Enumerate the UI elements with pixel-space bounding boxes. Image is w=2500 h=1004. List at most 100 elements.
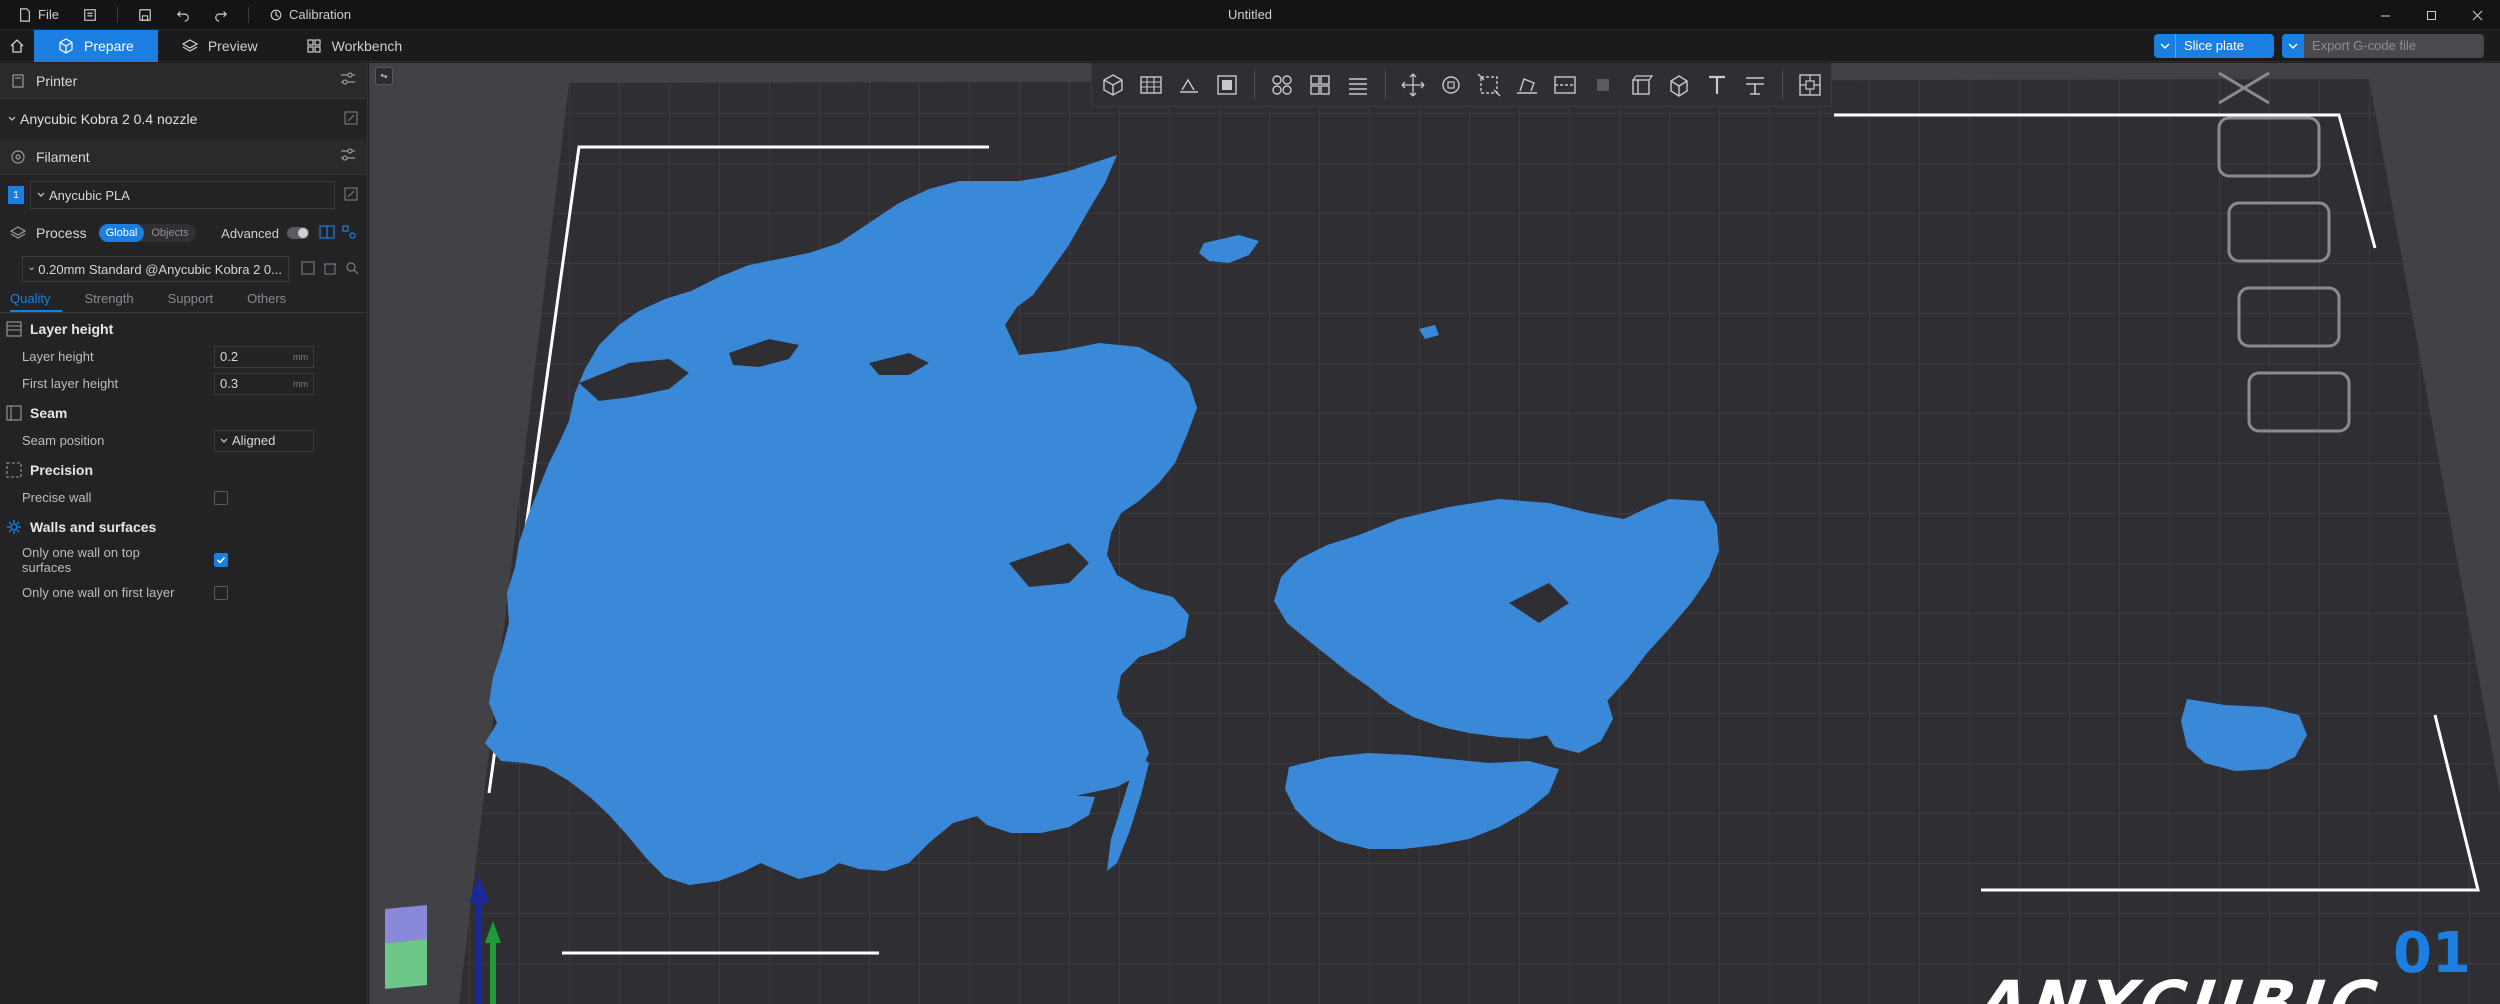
first-layer-height-label: First layer height [22, 376, 119, 391]
redo-icon [215, 10, 228, 22]
orient-button[interactable] [1172, 68, 1206, 102]
export-gcode-button[interactable]: Export G-code file [2282, 34, 2484, 58]
rotate-tool-button[interactable] [1434, 68, 1468, 102]
checkmark-icon [216, 556, 226, 564]
assembly-view-button[interactable] [1793, 68, 1827, 102]
precise-wall-checkbox[interactable] [214, 490, 228, 505]
tab-workbench[interactable]: Workbench [282, 30, 427, 62]
tab-workbench-label: Workbench [331, 37, 403, 54]
cut-tool-button[interactable] [1548, 68, 1582, 102]
file-menu-button[interactable]: File [10, 2, 67, 28]
menu-button[interactable] [75, 2, 105, 28]
export-dropdown-arrow[interactable] [2282, 34, 2304, 58]
edit-filament-button[interactable] [343, 186, 359, 205]
stack-icon [1349, 77, 1367, 95]
plate-sliders-icon[interactable] [2247, 371, 2351, 433]
add-object-button[interactable] [1096, 68, 1130, 102]
lock-plate-icon[interactable] [2237, 286, 2341, 348]
auto-arrange-plate-icon[interactable] [2217, 116, 2321, 178]
filament-slot-badge[interactable]: 1 [8, 186, 24, 204]
subtab-others[interactable]: Others [247, 291, 298, 312]
printer-settings-button[interactable] [339, 70, 357, 91]
redo-button[interactable] [206, 2, 236, 28]
subtab-strength[interactable]: Strength [84, 291, 145, 312]
filament-settings-button[interactable] [339, 146, 357, 167]
export-gcode-label: Export G-code file [2312, 38, 2417, 53]
chevron-down-icon [29, 267, 34, 271]
subtab-quality[interactable]: Quality [10, 291, 63, 312]
seam-group: Seam [0, 399, 367, 427]
printer-selector[interactable]: Anycubic Kobra 2 0.4 nozzle [8, 111, 343, 127]
split-parts-button[interactable] [1303, 68, 1337, 102]
viewport-toolbar [1091, 63, 1832, 107]
plate-grid-icon [1140, 75, 1162, 94]
calibration-menu-button[interactable]: Calibration [261, 2, 359, 28]
add-plate-button[interactable] [1134, 68, 1168, 102]
undo-button[interactable] [168, 2, 198, 28]
slice-dropdown-arrow[interactable] [2154, 34, 2176, 58]
move-tool-button[interactable] [1396, 68, 1430, 102]
move-icon [1401, 73, 1425, 96]
filament-section-header: Filament [0, 139, 367, 175]
plate-settings-icon[interactable] [2227, 201, 2331, 263]
minimize-button[interactable] [2362, 0, 2408, 30]
split-objects-button[interactable] [1265, 68, 1299, 102]
tab-prepare[interactable]: Prepare [34, 29, 158, 62]
boolean-tool-button[interactable] [1662, 68, 1696, 102]
chevron-down-icon [37, 192, 45, 197]
seam-position-select[interactable]: Aligned [214, 429, 314, 452]
process-preset-selector[interactable]: 0.20mm Standard @Anycubic Kobra 2 0... [22, 256, 289, 282]
seam-paint-button[interactable] [1624, 68, 1658, 102]
maximize-button[interactable] [2408, 0, 2454, 30]
plate-close-icon[interactable] [2218, 71, 2270, 105]
walls-icon [7, 520, 21, 534]
seam-position-value: Aligned [232, 433, 276, 448]
lay-on-face-button[interactable] [1510, 68, 1544, 102]
text-tool-button[interactable] [1700, 68, 1734, 102]
edit-printer-button[interactable] [343, 110, 359, 129]
layer-height-input[interactable]: 0.2 mm [214, 345, 314, 368]
save-button[interactable] [130, 2, 160, 28]
first-layer-height-unit: mm [293, 378, 308, 389]
box-icon [1670, 74, 1688, 97]
subtab-support[interactable]: Support [168, 291, 226, 312]
3d-viewport[interactable]: ANYCUBIC 01 [369, 63, 2500, 1004]
layer-height-option: Layer height 0.2 mm [0, 343, 367, 370]
collapse-sidebar-button[interactable] [375, 67, 393, 85]
assembly-icon [1799, 73, 1821, 96]
measure-tool-button[interactable] [1738, 68, 1772, 102]
tab-preview[interactable]: Preview [158, 30, 282, 62]
one-wall-first-checkbox[interactable] [214, 585, 228, 600]
split-icon [1272, 74, 1292, 95]
process-settings-button[interactable] [341, 224, 357, 243]
save-preset-button[interactable] [301, 260, 315, 278]
first-layer-height-option: First layer height 0.3 mm [0, 370, 367, 397]
plate-tools [2217, 71, 2351, 433]
lay-flat-icon [1517, 77, 1537, 94]
layer-height-unit: mm [293, 351, 308, 362]
process-scope-switch: Global Objects [98, 224, 196, 242]
filament-selector[interactable]: Anycubic PLA [30, 181, 335, 209]
search-settings-button[interactable] [345, 261, 359, 278]
compare-icon [319, 224, 335, 239]
advanced-toggle[interactable] [287, 227, 309, 239]
precise-wall-label: Precise wall [22, 490, 92, 505]
settings-icon [342, 224, 356, 239]
support-paint-button[interactable] [1586, 68, 1620, 102]
scope-objects-option[interactable]: Objects [144, 224, 195, 242]
home-button[interactable] [0, 30, 34, 62]
delete-preset-button[interactable] [323, 261, 337, 278]
slice-plate-button[interactable]: Slice plate [2154, 34, 2274, 58]
scope-global-option[interactable]: Global [98, 224, 145, 242]
one-wall-top-checkbox[interactable] [214, 553, 228, 567]
compare-presets-button[interactable] [319, 224, 335, 243]
close-window-button[interactable] [2454, 0, 2500, 30]
divider [247, 6, 249, 23]
calibration-menu-label: Calibration [288, 7, 352, 22]
scale-tool-button[interactable] [1472, 68, 1506, 102]
first-layer-height-input[interactable]: 0.3 mm [214, 372, 314, 395]
seam-position-label: Seam position [22, 433, 105, 448]
precise-wall-option: Precise wall [0, 484, 367, 511]
layers-button[interactable] [1341, 68, 1375, 102]
arrange-button[interactable] [1210, 68, 1244, 102]
